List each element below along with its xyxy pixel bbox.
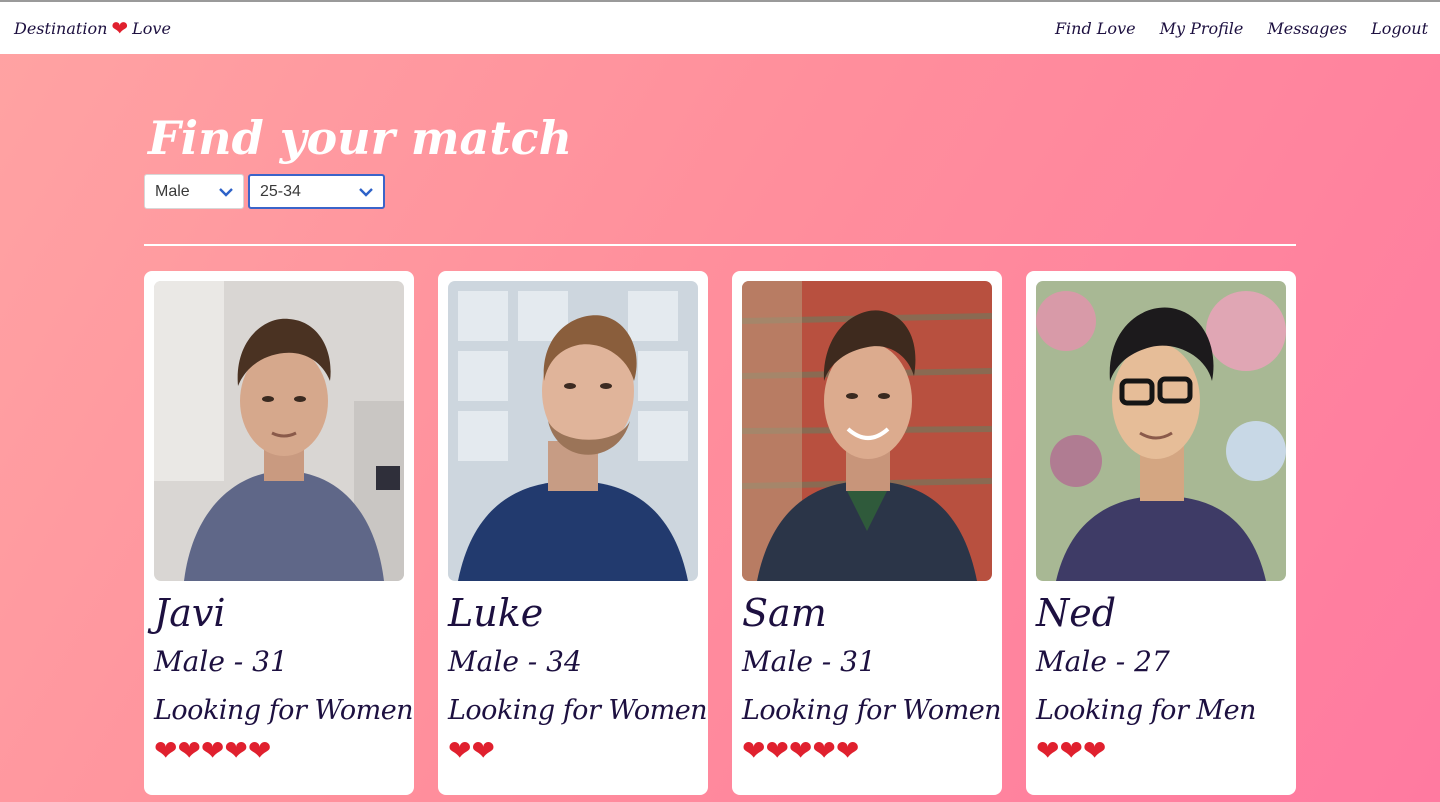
gender-select-value: Male — [155, 182, 190, 200]
brand-text-right: Love — [132, 18, 171, 38]
heart-rating: ❤❤ — [448, 735, 698, 767]
match-card-list: Javi Male - 31 Looking for Women ❤❤❤❤❤ L… — [144, 271, 1296, 795]
heart-icon: ❤❤ — [448, 735, 495, 766]
brand-text-left: Destination — [14, 18, 108, 38]
match-card[interactable]: Ned Male - 27 Looking for Men ❤❤❤ — [1026, 271, 1296, 795]
brand-logo[interactable]: Destination ❤ Love — [14, 16, 171, 40]
match-gender-age: Male - 27 — [1036, 645, 1170, 678]
heart-rating: ❤❤❤ — [1036, 735, 1286, 767]
match-card[interactable]: Javi Male - 31 Looking for Women ❤❤❤❤❤ — [144, 271, 414, 795]
heart-icon: ❤ — [111, 16, 129, 40]
heart-rating: ❤❤❤❤❤ — [154, 735, 404, 767]
chevron-down-icon — [219, 184, 233, 200]
match-name: Luke — [448, 591, 544, 635]
match-name: Javi — [154, 591, 226, 635]
profile-photo — [154, 281, 404, 581]
filter-bar: Male 25-34 — [144, 174, 1296, 209]
profile-photo — [742, 281, 992, 581]
nav-logout[interactable]: Logout — [1371, 19, 1428, 38]
match-card[interactable]: Luke Male - 34 Looking for Women ❤❤ — [438, 271, 708, 795]
divider — [144, 244, 1296, 246]
main-nav: Find Love My Profile Messages Logout — [1055, 19, 1428, 38]
profile-photo — [1036, 281, 1286, 581]
match-name: Ned — [1036, 591, 1117, 635]
match-name: Sam — [742, 591, 827, 635]
age-range-select[interactable]: 25-34 — [248, 174, 385, 209]
match-looking-for: Looking for Men — [1036, 695, 1256, 726]
nav-find-love[interactable]: Find Love — [1055, 19, 1136, 38]
age-select-value: 25-34 — [260, 182, 301, 200]
heart-rating: ❤❤❤❤❤ — [742, 735, 992, 767]
main-content: Find your match Male 25-34 Javi Male - 3… — [144, 54, 1296, 795]
heart-icon: ❤❤❤❤❤ — [742, 735, 860, 766]
nav-my-profile[interactable]: My Profile — [1160, 19, 1244, 38]
match-looking-for: Looking for Women — [154, 695, 414, 726]
heart-icon: ❤❤❤❤❤ — [154, 735, 272, 766]
top-navbar: Destination ❤ Love Find Love My Profile … — [0, 0, 1440, 54]
match-gender-age: Male - 31 — [742, 645, 876, 678]
match-looking-for: Looking for Women — [448, 695, 708, 726]
nav-messages[interactable]: Messages — [1267, 19, 1347, 38]
page-title: Find your match — [148, 111, 573, 165]
match-looking-for: Looking for Women — [742, 695, 1002, 726]
gender-select[interactable]: Male — [144, 174, 244, 209]
match-gender-age: Male - 31 — [154, 645, 288, 678]
match-card[interactable]: Sam Male - 31 Looking for Women ❤❤❤❤❤ — [732, 271, 1002, 795]
chevron-down-icon — [359, 184, 373, 200]
match-gender-age: Male - 34 — [448, 645, 582, 678]
heart-icon: ❤❤❤ — [1036, 735, 1107, 766]
profile-photo — [448, 281, 698, 581]
